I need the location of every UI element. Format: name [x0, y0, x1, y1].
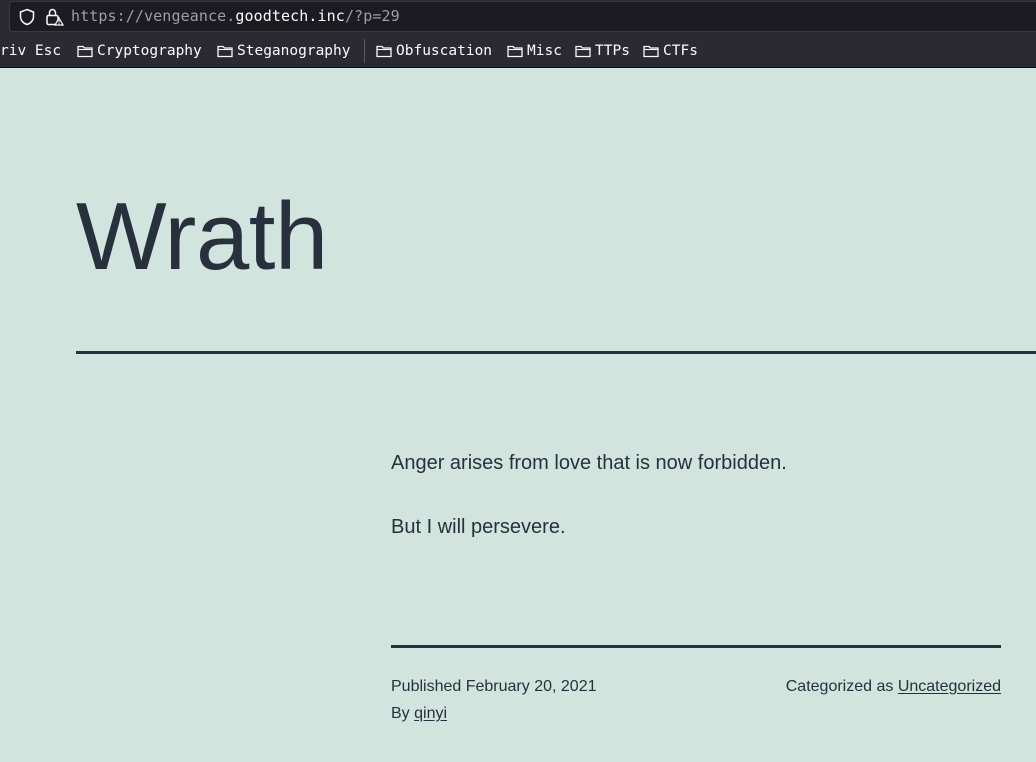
- folder-icon: [575, 45, 591, 58]
- folder-icon: [77, 45, 93, 58]
- bookmark-label: TTPs: [595, 43, 630, 59]
- bookmark-label: CTFs: [663, 43, 698, 59]
- bookmark-folder-misc[interactable]: Misc: [507, 41, 562, 61]
- bookmark-separator: [364, 39, 365, 63]
- published-label: Published: [391, 678, 462, 695]
- insecure-lock-icon[interactable]: [44, 7, 64, 27]
- title-divider: [76, 351, 1036, 354]
- bookmark-label: Obfuscation: [396, 43, 493, 59]
- folder-icon: [507, 45, 523, 58]
- bookmark-label: riv Esc: [0, 43, 62, 59]
- bookmark-priv-esc[interactable]: riv Esc: [0, 41, 61, 61]
- bookmark-folder-ctfs[interactable]: CTFs: [643, 41, 698, 61]
- author-link[interactable]: qinyi: [414, 705, 447, 722]
- bookmarks-toolbar: riv Esc Cryptography Steganography Obfus…: [0, 35, 1036, 67]
- browser-chrome: https://vengeance.goodtech.inc/?p=29 riv…: [0, 0, 1036, 68]
- tracking-protection-shield-icon[interactable]: [18, 8, 36, 26]
- bookmark-folder-cryptography[interactable]: Cryptography: [77, 41, 202, 61]
- category-link[interactable]: Uncategorized: [898, 678, 1001, 695]
- bookmark-folder-ttps[interactable]: TTPs: [575, 41, 630, 61]
- bookmark-folder-obfuscation[interactable]: Obfuscation: [376, 41, 492, 61]
- bookmark-label: Misc: [527, 43, 562, 59]
- post-author-meta: By qinyi: [391, 704, 447, 723]
- bookmark-folder-steganography[interactable]: Steganography: [217, 41, 351, 61]
- post-paragraph: Anger arises from love that is now forbi…: [391, 452, 787, 474]
- url-path: /?p=29: [344, 7, 400, 25]
- post-category-meta: Categorized as Uncategorized: [786, 677, 1001, 696]
- address-bar[interactable]: https://vengeance.goodtech.inc/?p=29: [9, 1, 1036, 32]
- category-label: Categorized as: [785, 678, 894, 695]
- url-scheme: https://: [71, 7, 145, 25]
- url-text[interactable]: https://vengeance.goodtech.inc/?p=29: [71, 7, 400, 25]
- folder-icon: [643, 45, 659, 58]
- by-label: By: [391, 705, 410, 722]
- url-subdomain: vengeance.: [144, 7, 236, 25]
- published-date: February 20, 2021: [465, 678, 597, 695]
- folder-icon: [217, 45, 233, 58]
- post-footer-divider: [391, 645, 1001, 648]
- post-published-meta: Published February 20, 2021: [391, 677, 596, 696]
- folder-icon: [376, 45, 392, 58]
- post-title: Wrath: [76, 183, 328, 290]
- url-host: goodtech.inc: [235, 7, 345, 25]
- bookmark-label: Steganography: [237, 43, 351, 59]
- post-paragraph: But I will persevere.: [391, 516, 566, 538]
- bookmark-label: Cryptography: [97, 43, 202, 59]
